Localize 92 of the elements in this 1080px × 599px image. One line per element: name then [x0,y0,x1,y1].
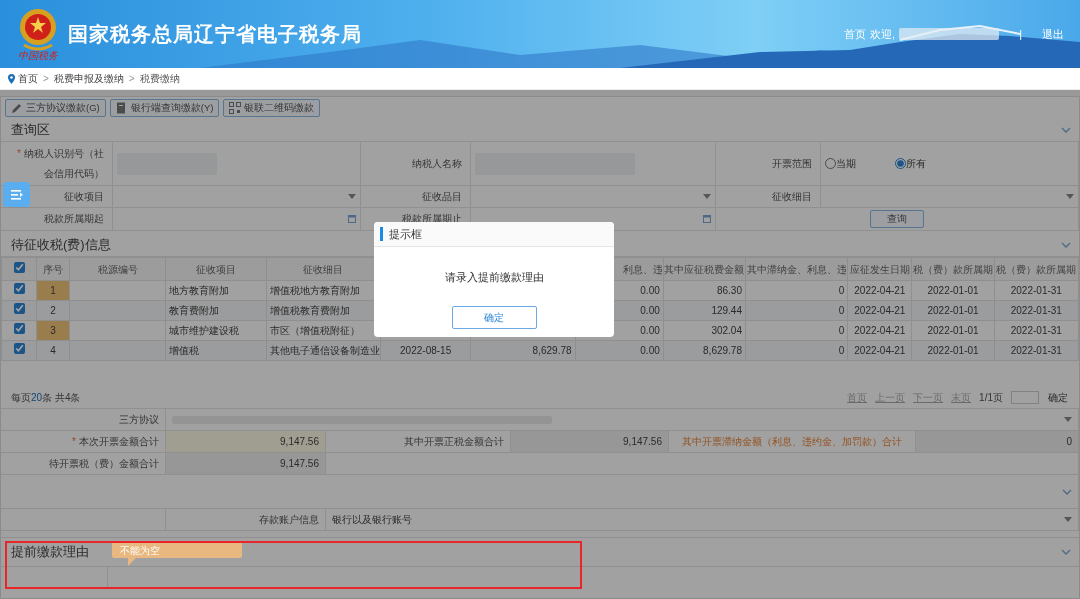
section-title: 查询区 [11,121,50,140]
chevron-down-icon[interactable] [1061,549,1071,555]
column-header: 其中滞纳金、利息、违 [745,257,848,281]
row-checkbox[interactable] [13,323,25,334]
chevron-down-icon[interactable] [1062,488,1072,495]
field-label: 其中开票滞纳金额（利息、违约金、加罚款）合计 [669,431,916,453]
section-title: 待征收税(费)信息 [11,236,111,255]
separator-text: | [1019,26,1022,42]
dropdown-arrow-icon [1064,517,1072,522]
dialog-title: 提示框 [389,226,422,242]
chevron-down-icon[interactable] [1061,127,1071,133]
column-header: 税（费）款所属期 [994,257,1079,281]
account-select[interactable]: 银行以及银行账号 [326,509,1079,531]
menu-icon [10,189,23,200]
document-icon [115,102,128,114]
table-cell: 城市维护建设税 [165,320,267,341]
page-size-link[interactable]: 20 [31,390,43,405]
field-label: 三方协议 [1,409,166,431]
qr-code-icon [229,102,242,114]
table-cell: 2022-01-01 [911,280,995,301]
emblem-caption: 中国税务 [18,51,58,61]
page-info: 1/1页 [979,391,1003,405]
pencil-icon [11,102,23,114]
field-label: 存款账户信息 [259,513,319,527]
field-label: 其中开票正税金额合计 [326,431,511,453]
placeholder-text: 银行以及银行账号 [332,513,412,527]
table-cell: 86.30 [663,280,746,301]
table-cell: 302.04 [663,320,746,341]
field-label: * 本次开票金额合计 [72,435,159,449]
table-cell: 2022-04-21 [847,280,912,301]
amount-value: 9,147.56 [623,435,662,449]
dropdown-arrow-icon [1064,417,1072,422]
pager-text: 每页 [11,391,31,405]
column-header: 其中应征税费金额 [663,257,746,281]
column-header: 税（费）款所属期 [911,257,995,281]
dropdown-arrow-icon [703,194,711,199]
breadcrumb-link[interactable]: 税费申报及缴纳 [53,71,124,86]
radio-button[interactable] [825,158,836,169]
column-header: 应征发生日期 [847,257,912,281]
calendar-icon [703,215,711,223]
field-label: 税款所属期起 [44,212,104,226]
amount-value: 9,147.56 [280,435,319,449]
location-pin-icon [8,73,15,84]
radio-option[interactable]: 当期 [825,156,895,171]
toolbar-button[interactable]: 银行端查询缴款(Y) [109,99,220,117]
radio-option[interactable]: 所有 [895,156,965,171]
sidebar-toggle-button[interactable] [3,182,30,207]
site-title: 国家税务总局辽宁省电子税务局 [68,22,362,47]
field-label: 征收项目 [64,189,104,204]
pager-text: 条 共4条 [42,391,81,405]
table-cell: 0 [745,320,848,341]
field-label: * 纳税人识别号（社会信用代码） [16,146,104,181]
breadcrumb-link[interactable]: 首页 [18,71,38,86]
query-button[interactable]: 查询 [870,210,924,228]
column-header: 税源编号 [69,257,166,281]
calendar-icon [348,215,356,223]
toolbar-button[interactable]: 银联二维码缴款 [223,99,321,117]
title-accent-bar [380,227,383,241]
table-cell: 地方教育附加 [165,280,267,301]
table-cell: 2022-04-21 [847,320,912,341]
toolbar-button[interactable]: 三方协议缴款(G) [5,99,106,117]
section-title: 提前缴款理由 [11,543,89,562]
field-label: 征收细目 [772,189,812,204]
row-checkbox[interactable] [13,283,25,294]
amount-value: 0 [1066,435,1072,449]
tooltip-pointer-icon [128,558,136,566]
chevron-down-icon[interactable] [1061,242,1071,248]
row-checkbox[interactable] [13,343,25,354]
column-header: 序号 [36,257,70,281]
column-header: 征收项目 [165,257,267,281]
table-cell: 2022-01-31 [994,320,1079,341]
amount-value: 9,147.56 [280,457,319,471]
breadcrumb-separator: > [43,72,49,86]
field-label: 征收品目 [422,189,462,204]
field-label: 纳税人名称 [412,156,462,171]
logout-link[interactable]: 退出 [1042,25,1064,43]
row-checkbox[interactable] [13,303,25,314]
page-input[interactable] [1011,391,1039,404]
breadcrumb-separator: > [128,72,135,86]
select-all-checkbox[interactable] [13,261,25,273]
table-cell: 2022-01-01 [911,320,995,341]
breadcrumb-current: 税费缴纳 [139,72,180,86]
dropdown-arrow-icon [1066,194,1074,199]
table-cell: 0 [745,280,848,301]
dropdown-arrow-icon [348,194,356,199]
radio-button[interactable] [895,158,906,169]
confirm-button[interactable]: 确定 [1047,389,1069,406]
welcome-text: 欢迎, [870,26,896,42]
table-cell: 2022-01-31 [994,280,1079,301]
dialog-message: 请录入提前缴款理由 [443,270,545,285]
field-label: 开票范围 [772,156,812,171]
ok-button[interactable]: 确定 [451,305,537,329]
